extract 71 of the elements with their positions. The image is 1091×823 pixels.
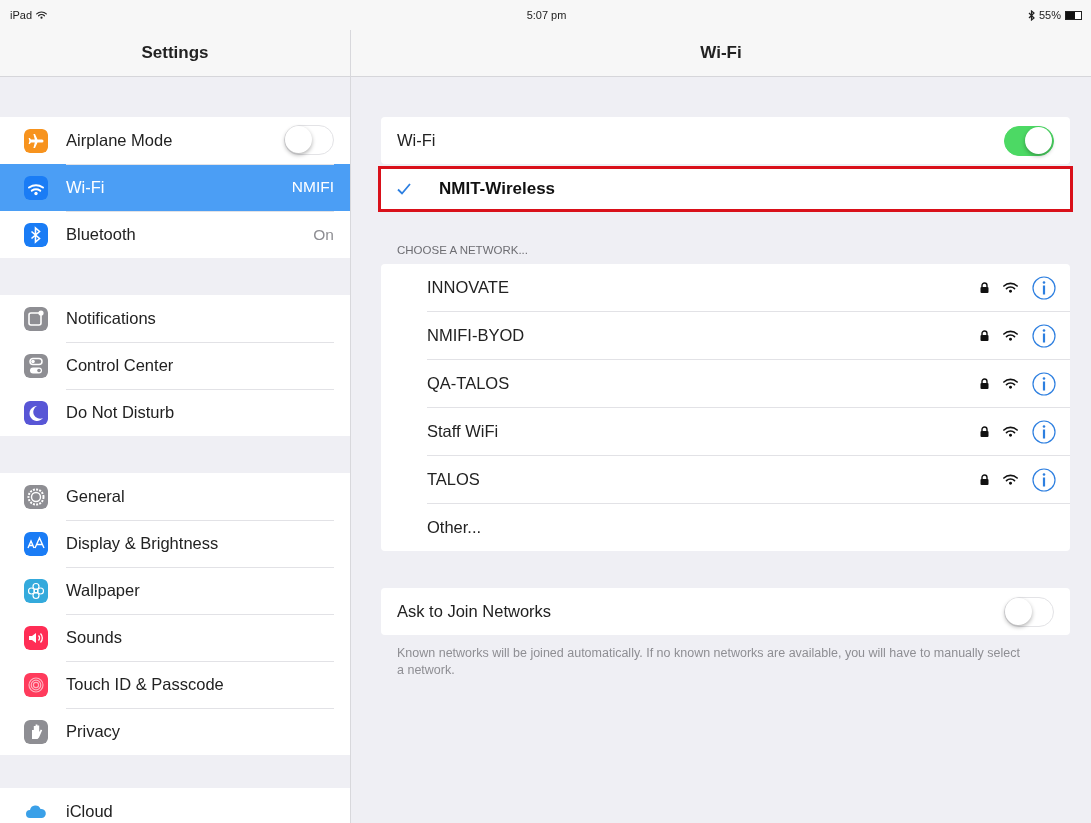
info-icon[interactable] xyxy=(1032,467,1056,492)
wifi-icon xyxy=(36,9,48,21)
settings-item[interactable]: Display & Brightness xyxy=(0,520,350,567)
item-value: NMIFI xyxy=(291,178,334,196)
item-label: Do Not Disturb xyxy=(66,403,176,422)
settings-item[interactable]: General xyxy=(0,473,350,520)
settings-item[interactable]: iCloud xyxy=(0,788,350,823)
network-name: TALOS xyxy=(427,470,481,489)
lock-icon xyxy=(980,330,989,341)
settings-item[interactable]: Airplane Mode xyxy=(0,117,350,164)
item-label: Wi-Fi xyxy=(66,177,106,197)
settings-item[interactable]: Control Center xyxy=(0,342,350,389)
page-title: Wi-Fi xyxy=(700,43,742,63)
settings-item[interactable]: Privacy xyxy=(0,708,350,755)
settings-item[interactable]: Bluetooth On xyxy=(0,211,350,258)
clock: 5:07 pm xyxy=(526,9,567,21)
settings-item[interactable]: Sounds xyxy=(0,614,350,661)
item-label: General xyxy=(66,486,126,506)
network-name: QA-TALOS xyxy=(427,374,511,393)
section-header: CHOOSE A NETWORK... xyxy=(397,244,529,256)
info-icon[interactable] xyxy=(1032,275,1056,300)
wifi-signal-icon xyxy=(1003,378,1018,389)
info-icon[interactable] xyxy=(1032,323,1056,348)
network-row[interactable]: Other... xyxy=(427,504,1070,551)
toggle-switch[interactable] xyxy=(284,125,334,155)
settings-item[interactable]: Notifications xyxy=(0,295,350,342)
item-label: Bluetooth xyxy=(66,225,137,244)
bluetooth-icon xyxy=(1027,9,1035,21)
item-label: Touch ID & Passcode xyxy=(66,674,225,694)
wifi-signal-icon xyxy=(1003,474,1018,485)
toggle-switch[interactable] xyxy=(1004,596,1054,627)
item-value: On xyxy=(313,225,334,244)
footer-note: Known networks will be joined automatically. If no known networks are available, you will have to manually select a network. xyxy=(397,645,1021,679)
wifi-label: Wi-Fi xyxy=(397,131,437,150)
connected-network[interactable]: NMIT-Wireless xyxy=(378,166,1073,212)
ask-to-join-label: Ask to Join Networks xyxy=(397,602,553,621)
network-row[interactable]: NMIFI-BYOD xyxy=(427,312,1070,360)
lock-icon xyxy=(980,474,989,485)
battery-percent: 55% xyxy=(1038,9,1061,21)
settings-item[interactable]: Do Not Disturb xyxy=(0,389,350,436)
sidebar-title: Settings xyxy=(141,43,209,63)
network-name: Staff WiFi xyxy=(427,422,500,441)
info-icon[interactable] xyxy=(1032,419,1056,444)
network-row[interactable]: Staff WiFi xyxy=(427,408,1070,456)
lock-icon xyxy=(980,426,989,437)
item-label: Control Center xyxy=(66,355,175,375)
battery-icon xyxy=(1065,10,1083,20)
item-label: Airplane Mode xyxy=(66,130,174,150)
wifi-signal-icon xyxy=(1003,330,1018,341)
item-label: Privacy xyxy=(66,722,122,741)
network-name: INNOVATE xyxy=(427,278,510,297)
item-label: Display & Brightness xyxy=(66,533,220,553)
network-name: Other... xyxy=(427,518,483,537)
item-label: iCloud xyxy=(66,802,114,821)
wifi-signal-icon xyxy=(1003,282,1018,293)
item-label: Wallpaper xyxy=(66,580,141,600)
lock-icon xyxy=(980,282,989,293)
network-row[interactable]: QA-TALOS xyxy=(427,360,1070,408)
network-name: NMIFI-BYOD xyxy=(427,326,526,345)
network-row[interactable]: INNOVATE xyxy=(427,264,1070,312)
item-label: Notifications xyxy=(66,308,157,328)
network-row[interactable]: TALOS xyxy=(427,456,1070,504)
wifi-signal-icon xyxy=(1003,426,1018,437)
settings-item[interactable]: Wallpaper xyxy=(0,567,350,614)
info-icon[interactable] xyxy=(1032,371,1056,396)
network-name: NMIT-Wireless xyxy=(439,179,556,199)
settings-item[interactable]: Touch ID & Passcode xyxy=(0,661,350,708)
toggle-switch[interactable] xyxy=(1004,125,1054,156)
item-label: Sounds xyxy=(66,627,123,647)
device-name: iPad xyxy=(10,9,33,21)
lock-icon xyxy=(980,378,989,389)
